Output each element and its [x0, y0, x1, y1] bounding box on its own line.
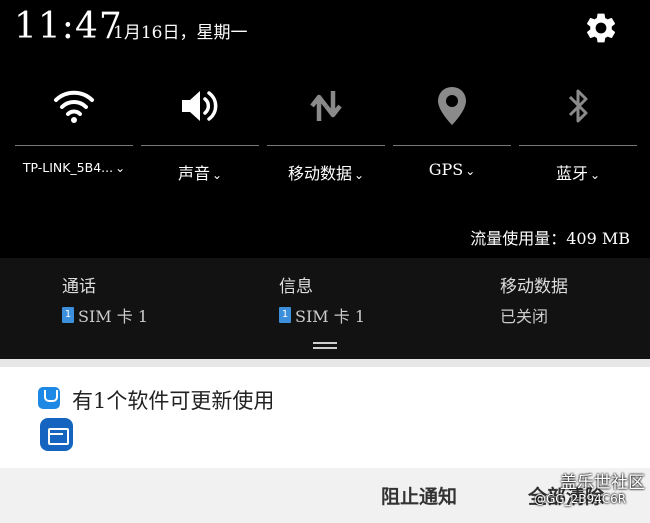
sim-messages[interactable]: 信息 1 SIM 卡 1 [279, 272, 365, 327]
volume-icon [182, 91, 218, 121]
status-bar: 11:47 1月16日，星期一 [0, 0, 650, 60]
location-icon [438, 87, 466, 125]
chevron-down-icon: ⌄ [465, 164, 476, 178]
gps-label: GPS ⌄ [428, 160, 476, 179]
sim-mobile-data-value: 已关闭 [500, 307, 549, 326]
bluetooth-label: 蓝牙 ⌄ [555, 164, 601, 183]
quick-tile-wifi[interactable]: TP-LINK_5B4... ⌄ [11, 72, 137, 197]
quick-settings-panel: TP-LINK_5B4... ⌄ 声音 ⌄ 移动数据 ⌄ GPS ⌄ 蓝牙 ⌄ [0, 72, 650, 197]
quick-tile-mobile-data[interactable]: 移动数据 ⌄ [263, 72, 389, 197]
bluetooth-icon [568, 89, 588, 123]
quick-tile-bluetooth[interactable]: 蓝牙 ⌄ [515, 72, 641, 197]
chevron-down-icon: ⌄ [115, 161, 126, 175]
data-usage-text: 流量使用量：409 MB [470, 229, 630, 248]
wallet-app-icon [40, 418, 73, 451]
wifi-label: TP-LINK_5B4... ⌄ [22, 160, 126, 175]
clock-time: 11:47 [14, 6, 123, 47]
mobile-data-label: 移动数据 ⌄ [287, 164, 365, 183]
sim-messages-value: SIM 卡 1 [295, 307, 366, 326]
wifi-icon [54, 90, 94, 123]
chevron-down-icon: ⌄ [353, 168, 365, 182]
sim-mobile-data[interactable]: 移动数据 已关闭 [500, 272, 568, 327]
sim-card-icon: 1 [62, 307, 74, 323]
galaxy-apps-icon [38, 387, 60, 409]
sound-label: 声音 ⌄ [177, 164, 223, 183]
mobile-data-icon [310, 91, 342, 121]
sim-mobile-data-title: 移动数据 [500, 277, 568, 297]
sim-calls-title: 通话 [62, 277, 96, 297]
watermark-title: 盖乐世社区 [560, 473, 645, 493]
sim-calls-value: SIM 卡 1 [78, 307, 149, 326]
gear-icon[interactable] [583, 10, 619, 46]
watermark-user: @GG_2B94C6R [534, 492, 627, 506]
panel-drag-handle[interactable] [0, 335, 650, 359]
chevron-down-icon: ⌄ [589, 168, 601, 182]
chevron-down-icon: ⌄ [211, 168, 223, 182]
clock-date: 1月16日，星期一 [113, 23, 248, 43]
notification-title: 有1个软件可更新使用 [72, 389, 275, 413]
sim-settings-bar: 通话 1 SIM 卡 1 信息 1 SIM 卡 1 移动数据 已关闭 [0, 258, 650, 343]
quick-tile-gps[interactable]: GPS ⌄ [389, 72, 515, 197]
block-notifications-button[interactable]: 阻止通知 [381, 482, 457, 509]
sim-calls[interactable]: 通话 1 SIM 卡 1 [62, 272, 148, 327]
quick-tile-sound[interactable]: 声音 ⌄ [137, 72, 263, 197]
sim-messages-title: 信息 [279, 277, 313, 297]
sim-card-icon: 1 [279, 307, 291, 323]
